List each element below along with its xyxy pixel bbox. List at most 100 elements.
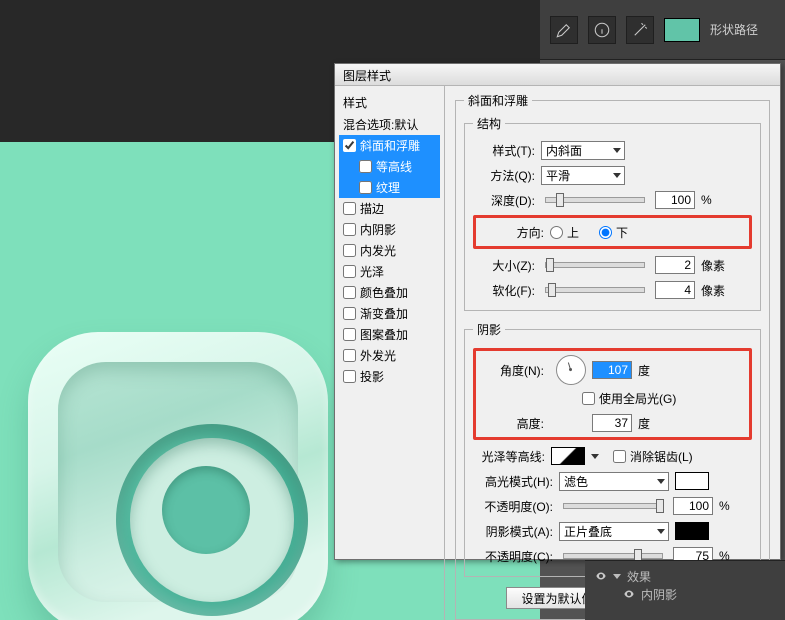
shading-fieldset: 阴影 角度(N): 度 使用全局光(G): [464, 321, 761, 577]
direction-label: 方向:: [482, 224, 544, 241]
icon-rounded-square: [28, 332, 328, 620]
blending-options-label: 混合选项:默认: [343, 116, 418, 133]
angle-input[interactable]: [592, 361, 632, 379]
bevel-fieldset: 斜面和浮雕 结构 样式(T): 内斜面 方法(Q): 平滑: [455, 92, 770, 620]
style-bevel-checkbox[interactable]: [343, 139, 356, 152]
blending-options-row[interactable]: 混合选项:默认: [339, 114, 440, 135]
style-contour-checkbox[interactable]: [359, 160, 372, 173]
style-pattern-overlay-label: 图案叠加: [360, 326, 408, 343]
eye-icon[interactable]: [623, 588, 635, 600]
style-satin-label: 光泽: [360, 263, 384, 280]
style-color-overlay-checkbox[interactable]: [343, 286, 356, 299]
highlight-opacity-input[interactable]: [673, 497, 713, 515]
style-gradient-overlay-checkbox[interactable]: [343, 307, 356, 320]
shadow-opacity-slider[interactable]: [563, 553, 663, 559]
tool-info-icon[interactable]: [588, 16, 616, 44]
chevron-down-icon[interactable]: [591, 454, 599, 459]
highlight-color-swatch[interactable]: [675, 472, 709, 490]
chevron-down-icon: [657, 479, 665, 484]
style-inner-glow-checkbox[interactable]: [343, 244, 356, 257]
shading-legend: 阴影: [473, 321, 505, 338]
shadow-color-swatch[interactable]: [675, 522, 709, 540]
style-drop-shadow[interactable]: 投影: [339, 366, 440, 387]
dialog-title: 图层样式: [335, 64, 780, 86]
shadow-mode-value: 正片叠底: [564, 523, 612, 540]
angle-label: 角度(N):: [482, 362, 544, 379]
highlight-mode-value: 滤色: [564, 473, 588, 490]
chevron-down-icon: [613, 148, 621, 153]
shape-fill-swatch[interactable]: [664, 18, 700, 42]
layers-panel-fragment: 效果 内阴影: [585, 560, 785, 620]
layer-effects-label: 效果: [627, 568, 651, 585]
chevron-down-icon: [657, 529, 665, 534]
style-outer-glow-checkbox[interactable]: [343, 349, 356, 362]
soften-input[interactable]: [655, 281, 695, 299]
size-slider[interactable]: [545, 262, 645, 268]
bevel-legend: 斜面和浮雕: [464, 92, 532, 109]
technique-select[interactable]: 平滑: [541, 166, 625, 185]
direction-down-text: 下: [616, 224, 628, 241]
style-label: 样式(T):: [473, 142, 535, 159]
eye-icon[interactable]: [595, 570, 607, 582]
style-satin-checkbox[interactable]: [343, 265, 356, 278]
toolbar-fragment: 形状路径: [540, 0, 785, 60]
layer-style-dialog: 图层样式 样式 混合选项:默认 斜面和浮雕 等高线 纹理 描边: [334, 63, 781, 560]
gloss-contour-label: 光泽等高线:: [473, 448, 545, 465]
layer-effects-row[interactable]: 效果: [595, 567, 775, 585]
size-input[interactable]: [655, 256, 695, 274]
altitude-input[interactable]: [592, 414, 632, 432]
style-inner-shadow[interactable]: 内阴影: [339, 219, 440, 240]
style-contour-label: 等高线: [376, 158, 412, 175]
angle-dial[interactable]: [556, 355, 586, 385]
global-light-checkbox[interactable]: 使用全局光(G): [582, 390, 676, 407]
style-inner-glow[interactable]: 内发光: [339, 240, 440, 261]
highlight-mode-select[interactable]: 滤色: [559, 472, 669, 491]
gloss-contour-swatch[interactable]: [551, 447, 585, 465]
disclosure-triangle-icon[interactable]: [613, 574, 621, 579]
depth-slider[interactable]: [545, 197, 645, 203]
icon-circle-outer: [116, 424, 308, 616]
styles-list: 样式 混合选项:默认 斜面和浮雕 等高线 纹理 描边 内阴影: [335, 86, 445, 620]
altitude-unit: 度: [638, 415, 662, 432]
style-outer-glow[interactable]: 外发光: [339, 345, 440, 366]
depth-label: 深度(D):: [473, 192, 535, 209]
style-contour[interactable]: 等高线: [339, 156, 440, 177]
style-inner-shadow-checkbox[interactable]: [343, 223, 356, 236]
tool-wand-icon[interactable]: [626, 16, 654, 44]
style-select[interactable]: 内斜面: [541, 141, 625, 160]
global-light-label: 使用全局光(G): [599, 390, 676, 407]
style-stroke-checkbox[interactable]: [343, 202, 356, 215]
size-label: 大小(Z):: [473, 257, 535, 274]
style-texture-checkbox[interactable]: [359, 181, 372, 194]
altitude-label: 高度:: [482, 415, 544, 432]
layer-inner-shadow-label: 内阴影: [641, 586, 677, 603]
direction-down-radio[interactable]: 下: [599, 224, 628, 241]
style-bevel-label: 斜面和浮雕: [360, 137, 420, 154]
style-drop-shadow-checkbox[interactable]: [343, 370, 356, 383]
tool-pen-icon[interactable]: [550, 16, 578, 44]
style-texture-label: 纹理: [376, 179, 400, 196]
size-unit: 像素: [701, 257, 725, 274]
icon-ring: [130, 438, 294, 602]
highlight-mode-label: 高光模式(H):: [473, 473, 553, 490]
style-drop-shadow-label: 投影: [360, 368, 384, 385]
style-stroke[interactable]: 描边: [339, 198, 440, 219]
style-pattern-overlay[interactable]: 图案叠加: [339, 324, 440, 345]
style-bevel-emboss[interactable]: 斜面和浮雕: [339, 135, 440, 156]
style-texture[interactable]: 纹理: [339, 177, 440, 198]
style-gradient-overlay[interactable]: 渐变叠加: [339, 303, 440, 324]
direction-up-radio[interactable]: 上: [550, 224, 579, 241]
direction-highlight-box: 方向: 上 下: [473, 215, 752, 249]
depth-input[interactable]: [655, 191, 695, 209]
highlight-opacity-slider[interactable]: [563, 503, 663, 509]
antialias-checkbox[interactable]: 消除锯齿(L): [613, 448, 693, 465]
layer-inner-shadow-row[interactable]: 内阴影: [595, 585, 775, 603]
style-inner-shadow-label: 内阴影: [360, 221, 396, 238]
style-color-overlay[interactable]: 颜色叠加: [339, 282, 440, 303]
style-satin[interactable]: 光泽: [339, 261, 440, 282]
shadow-mode-select[interactable]: 正片叠底: [559, 522, 669, 541]
structure-fieldset: 结构 样式(T): 内斜面 方法(Q): 平滑: [464, 115, 761, 311]
shape-path-label: 形状路径: [710, 21, 758, 38]
style-pattern-overlay-checkbox[interactable]: [343, 328, 356, 341]
soften-slider[interactable]: [545, 287, 645, 293]
